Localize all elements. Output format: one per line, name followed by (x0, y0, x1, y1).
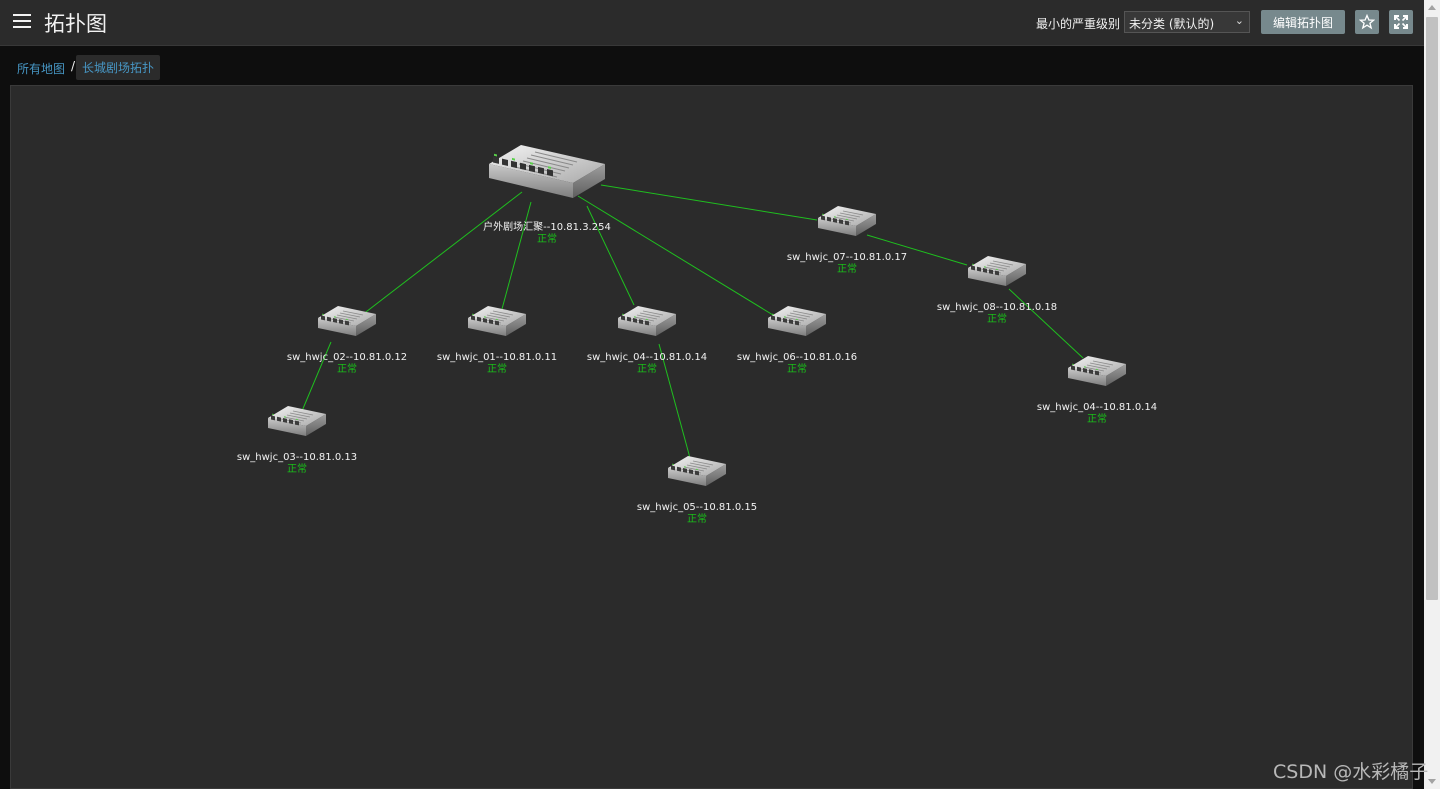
scroll-down-arrow-icon[interactable] (1428, 779, 1436, 784)
topology-node-n08[interactable]: sw_hwjc_08--10.81.0.18正常 (937, 255, 1057, 325)
switch-icon[interactable] (267, 405, 327, 437)
topology-node-n02[interactable]: sw_hwjc_02--10.81.0.12正常 (287, 305, 407, 375)
link-n08-n04b (1008, 288, 1084, 359)
link-core-n07 (600, 184, 818, 221)
top-header: 拓扑图 最小的严重级别 未分类 (默认的) ⌄ 编辑拓扑图 (0, 0, 1424, 46)
switch-icon[interactable] (467, 305, 527, 337)
node-status: 正常 (1087, 412, 1107, 425)
node-label: sw_hwjc_05--10.81.0.15 (637, 502, 757, 513)
node-label: sw_hwjc_04--10.81.0.14 (587, 352, 707, 363)
switch-icon[interactable] (967, 255, 1027, 287)
node-label: sw_hwjc_02--10.81.0.12 (287, 352, 407, 363)
topology-diagram: 户外剧场汇聚--10.81.3.254正常sw_hwjc_07--10.81.0… (237, 144, 1157, 525)
severity-label: 最小的严重级别 (1036, 17, 1121, 31)
scroll-up-arrow-icon[interactable] (1428, 5, 1436, 10)
switch-icon[interactable] (1067, 355, 1127, 387)
node-status: 正常 (787, 362, 807, 375)
topology-node-n03[interactable]: sw_hwjc_03--10.81.0.13正常 (237, 405, 357, 475)
switch-icon[interactable] (817, 205, 877, 237)
topology-node-n04[interactable]: sw_hwjc_04--10.81.0.14正常 (587, 305, 707, 375)
nodes-layer: 户外剧场汇聚--10.81.3.254正常sw_hwjc_07--10.81.0… (237, 144, 1157, 525)
edit-map-button[interactable]: 编辑拓扑图 (1261, 10, 1345, 34)
links-layer (301, 184, 1084, 459)
link-core-n01 (501, 201, 532, 310)
node-status: 正常 (287, 462, 307, 475)
breadcrumb-separator: / (71, 59, 76, 73)
node-status: 正常 (637, 362, 657, 375)
node-label: 户外剧场汇聚--10.81.3.254 (483, 220, 611, 233)
topology-node-core[interactable]: 户外剧场汇聚--10.81.3.254正常 (483, 144, 611, 245)
switch-icon[interactable] (617, 305, 677, 337)
fullscreen-button[interactable] (1389, 10, 1413, 34)
breadcrumb-all-maps[interactable]: 所有地图 (17, 60, 65, 77)
hamburger-menu-icon[interactable] (13, 14, 31, 30)
watermark-text: CSDN @水彩橘子 (1273, 761, 1429, 783)
node-status: 正常 (687, 512, 707, 525)
vertical-scrollbar[interactable] (1424, 0, 1440, 789)
link-core-n02 (361, 191, 523, 316)
breadcrumb-current-map[interactable]: 长城剧场拓扑 (76, 55, 161, 80)
scroll-thumb[interactable] (1426, 17, 1438, 600)
topology-node-n04b[interactable]: sw_hwjc_04--10.81.0.14正常 (1037, 355, 1157, 425)
severity-select-value: 未分类 (默认的) (1129, 17, 1215, 31)
switch-icon[interactable] (667, 455, 727, 487)
topology-node-n05[interactable]: sw_hwjc_05--10.81.0.15正常 (637, 455, 757, 525)
chevron-down-icon: ⌄ (1234, 14, 1244, 27)
page-title: 拓扑图 (44, 12, 107, 36)
node-status: 正常 (487, 362, 507, 375)
node-label: sw_hwjc_08--10.81.0.18 (937, 302, 1057, 313)
fullscreen-icon (1394, 15, 1408, 29)
severity-select[interactable]: 未分类 (默认的) ⌄ (1124, 11, 1250, 33)
breadcrumb: 所有地图 / 长城剧场拓扑 (0, 46, 1424, 84)
node-status: 正常 (987, 312, 1007, 325)
link-core-n04 (586, 205, 635, 306)
node-status: 正常 (837, 262, 857, 275)
node-status: 正常 (337, 362, 357, 375)
favorite-button[interactable] (1355, 10, 1379, 34)
topology-node-n07[interactable]: sw_hwjc_07--10.81.0.17正常 (787, 205, 907, 275)
topology-node-n06[interactable]: sw_hwjc_06--10.81.0.16正常 (737, 305, 857, 375)
switch-icon[interactable] (767, 305, 827, 337)
node-status: 正常 (537, 232, 557, 245)
node-label: sw_hwjc_01--10.81.0.11 (437, 352, 557, 363)
map-canvas: 户外剧场汇聚--10.81.3.254 正常 sw_hwjc_07--10.81.0… (10, 85, 1413, 789)
core-switch-icon[interactable] (488, 144, 606, 199)
link-core-n06 (577, 195, 774, 316)
topology-node-n01[interactable]: sw_hwjc_01--10.81.0.11正常 (437, 305, 557, 375)
node-label: sw_hwjc_03--10.81.0.13 (237, 452, 357, 463)
node-label: sw_hwjc_06--10.81.0.16 (737, 352, 857, 363)
node-label: sw_hwjc_04--10.81.0.14 (1037, 402, 1157, 413)
node-label: sw_hwjc_07--10.81.0.17 (787, 252, 907, 263)
star-icon (1359, 14, 1375, 30)
